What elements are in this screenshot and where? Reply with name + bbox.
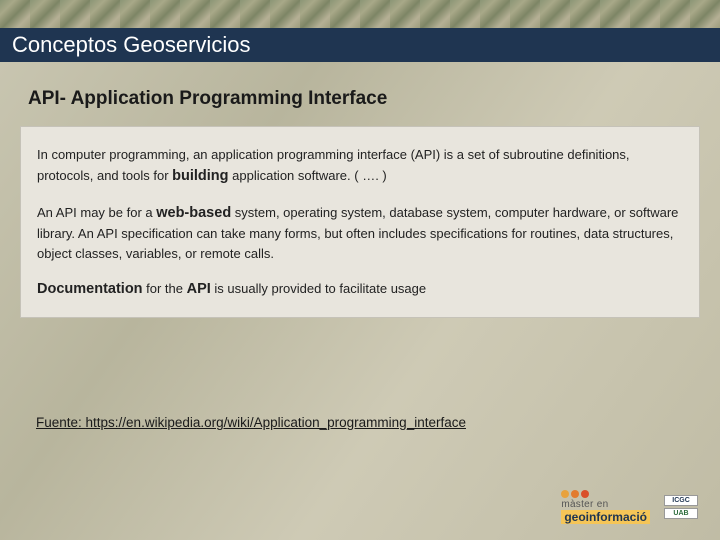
source-url: https://en.wikipedia.org/wiki/Applicatio…: [86, 415, 466, 430]
source-label: Fuente:: [36, 415, 86, 430]
paragraph-3: Documentation for the API is usually pro…: [37, 278, 683, 300]
footer-logos: màster en geoinformació ICGC UAB: [561, 490, 698, 524]
logo-dots-icon: [561, 490, 589, 498]
source-citation: Fuente: https://en.wikipedia.org/wiki/Ap…: [36, 414, 476, 432]
p3-bold-api: API: [187, 281, 211, 297]
logo-master-line2: geoinformació: [561, 510, 650, 524]
p1-bold-building: building: [172, 168, 228, 184]
paragraph-2: An API may be for a web-based system, op…: [37, 202, 683, 265]
logo-institution-block: ICGC UAB: [664, 495, 698, 519]
p3-mid: for the: [143, 281, 187, 296]
logo-uab: UAB: [664, 508, 698, 519]
logo-master-line1: màster en: [561, 500, 608, 510]
p3-end: is usually provided to facilitate usage: [211, 281, 426, 296]
p2-bold-webbased: web-based: [156, 205, 231, 221]
paragraph-1: In computer programming, an application …: [37, 145, 683, 188]
section-subtitle: API- Application Programming Interface: [28, 88, 387, 110]
p2-text-a: An API may be for a: [37, 205, 156, 220]
content-box: In computer programming, an application …: [20, 126, 700, 318]
p3-bold-documentation: Documentation: [37, 281, 143, 297]
p1-text-b: application software. ( …. ): [229, 168, 387, 183]
logo-master-geoinformacio: màster en geoinformació: [561, 490, 650, 524]
page-title: Conceptos Geoservicios: [12, 32, 250, 58]
title-band: Conceptos Geoservicios: [0, 28, 720, 62]
logo-icgc: ICGC: [664, 495, 698, 506]
